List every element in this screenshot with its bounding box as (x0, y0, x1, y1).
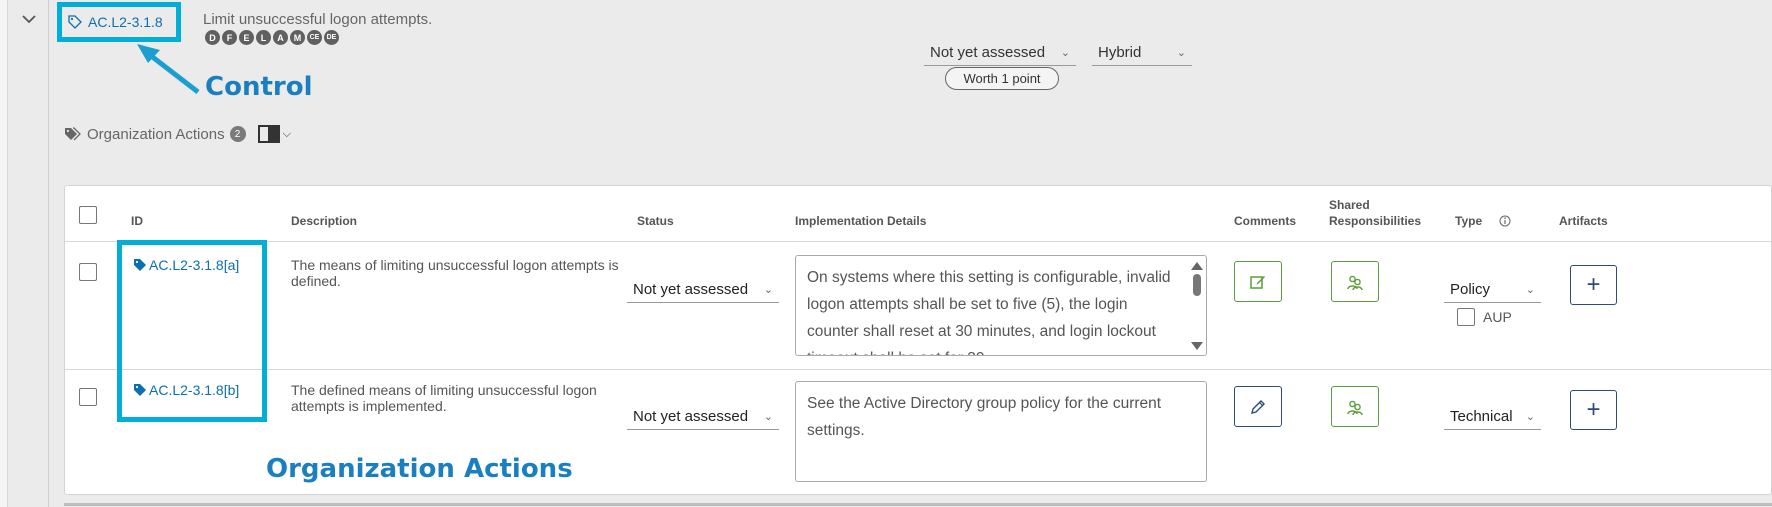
scroll-up-icon[interactable] (1191, 262, 1203, 270)
info-icon[interactable] (1499, 215, 1511, 227)
implementation-text: See the Active Directory group policy fo… (807, 395, 1162, 439)
chevron-down-icon[interactable] (20, 10, 38, 28)
control-description: Limit unsuccessful logon attempts. (203, 11, 433, 28)
header-implementation: Implementation Details (795, 214, 927, 228)
pencil-icon (1251, 399, 1265, 414)
add-artifact-button[interactable]: + (1570, 390, 1617, 430)
scrollbar[interactable] (1191, 260, 1203, 352)
chevron-down-icon: ⌄ (1525, 411, 1535, 423)
column-toggle-icon[interactable] (257, 125, 280, 143)
annotation-control-label: Control (205, 72, 313, 102)
control-approach-value: Hybrid (1098, 44, 1142, 61)
people-icon (1347, 275, 1363, 290)
header-status: Status (637, 214, 674, 228)
badge: CE (307, 30, 322, 45)
shared-responsibilities-button[interactable] (1331, 386, 1379, 427)
action-type-value: Technical (1450, 408, 1513, 425)
table-row: AC.L2-3.1.8[a] The means of limiting uns… (65, 243, 1771, 370)
chevron-down-icon: ⌄ (1176, 47, 1186, 59)
shared-responsibilities-button[interactable] (1331, 261, 1379, 302)
badge: F (222, 30, 237, 45)
badge: M (290, 30, 305, 45)
aup-checkbox[interactable] (1457, 308, 1475, 326)
plus-icon: + (1586, 271, 1601, 298)
table-header: ID Description Status Implementation Det… (65, 186, 1771, 242)
action-description: The defined means of limiting unsuccessf… (291, 382, 597, 414)
scroll-thumb[interactable] (1193, 274, 1201, 296)
header-comments: Comments (1234, 214, 1297, 228)
header-shared-line2: Responsibilities (1329, 214, 1422, 228)
control-id-link[interactable]: AC.L2-3.1.8 (88, 14, 163, 30)
badge: DE (324, 30, 339, 45)
action-description: The means of limiting unsuccessful logon… (291, 257, 619, 289)
chevron-down-icon: ⌄ (763, 411, 773, 423)
control-approach-select[interactable]: Hybrid ⌄ (1092, 40, 1192, 66)
select-all-checkbox[interactable] (79, 206, 97, 224)
header-description: Description (291, 214, 358, 228)
action-status-select[interactable]: Not yet assessed ⌄ (627, 404, 779, 430)
implementation-details-textarea[interactable]: See the Active Directory group policy fo… (795, 381, 1207, 482)
control-status-value: Not yet assessed (930, 44, 1046, 61)
level-badges: D F E L A M CE DE (205, 30, 341, 45)
chevron-down-icon[interactable]: ⌵ (283, 128, 291, 141)
badge: A (273, 30, 288, 45)
header-artifacts: Artifacts (1559, 214, 1608, 228)
left-rail (0, 0, 8, 507)
action-type-select[interactable]: Technical ⌄ (1444, 404, 1541, 430)
header-type: Type (1455, 214, 1483, 228)
scroll-down-icon[interactable] (1191, 342, 1203, 350)
action-status-select[interactable]: Not yet assessed ⌄ (627, 277, 779, 303)
badge: D (205, 30, 220, 45)
tags-icon (65, 127, 81, 141)
comments-button[interactable] (1234, 261, 1282, 302)
plus-icon: + (1586, 396, 1601, 423)
section-bottom-border (64, 503, 1772, 506)
worth-points-badge: Worth 1 point (945, 67, 1059, 90)
aup-option[interactable]: AUP (1457, 308, 1512, 326)
action-type-value: Policy (1450, 281, 1491, 298)
add-artifact-button[interactable]: + (1570, 265, 1617, 305)
aup-label: AUP (1483, 309, 1512, 325)
org-actions-label: Organization Actions (87, 125, 225, 143)
chevron-down-icon: ⌄ (1060, 47, 1070, 59)
action-status-value: Not yet assessed (633, 281, 749, 298)
people-icon (1347, 400, 1363, 415)
comments-button[interactable] (1234, 386, 1282, 427)
chevron-down-icon: ⌄ (763, 284, 773, 296)
action-status-value: Not yet assessed (633, 408, 749, 425)
annotation-org-actions-label: Organization Actions (266, 454, 573, 484)
implementation-text: On systems where this setting is configu… (807, 269, 1171, 355)
org-actions-bar: Organization Actions 2 ⌵ (64, 125, 291, 143)
implementation-details-textarea[interactable]: On systems where this setting is configu… (795, 255, 1207, 356)
row-checkbox[interactable] (79, 388, 97, 406)
badge: L (256, 30, 271, 45)
edit-note-icon (1250, 275, 1265, 289)
control-status-select[interactable]: Not yet assessed ⌄ (924, 40, 1076, 66)
action-type-select[interactable]: Policy ⌄ (1444, 277, 1541, 303)
org-actions-table: ID Description Status Implementation Det… (64, 185, 1772, 495)
badge: E (239, 30, 254, 45)
header-id: ID (131, 214, 143, 228)
tag-icon (68, 15, 82, 29)
inner-rail (48, 0, 49, 507)
header-shared-line1: Shared (1329, 198, 1370, 212)
org-actions-highlight (117, 240, 267, 422)
control-highlight: AC.L2-3.1.8 (57, 2, 181, 42)
row-checkbox[interactable] (79, 263, 97, 281)
org-actions-count: 2 (229, 126, 246, 142)
chevron-down-icon: ⌄ (1525, 284, 1535, 296)
